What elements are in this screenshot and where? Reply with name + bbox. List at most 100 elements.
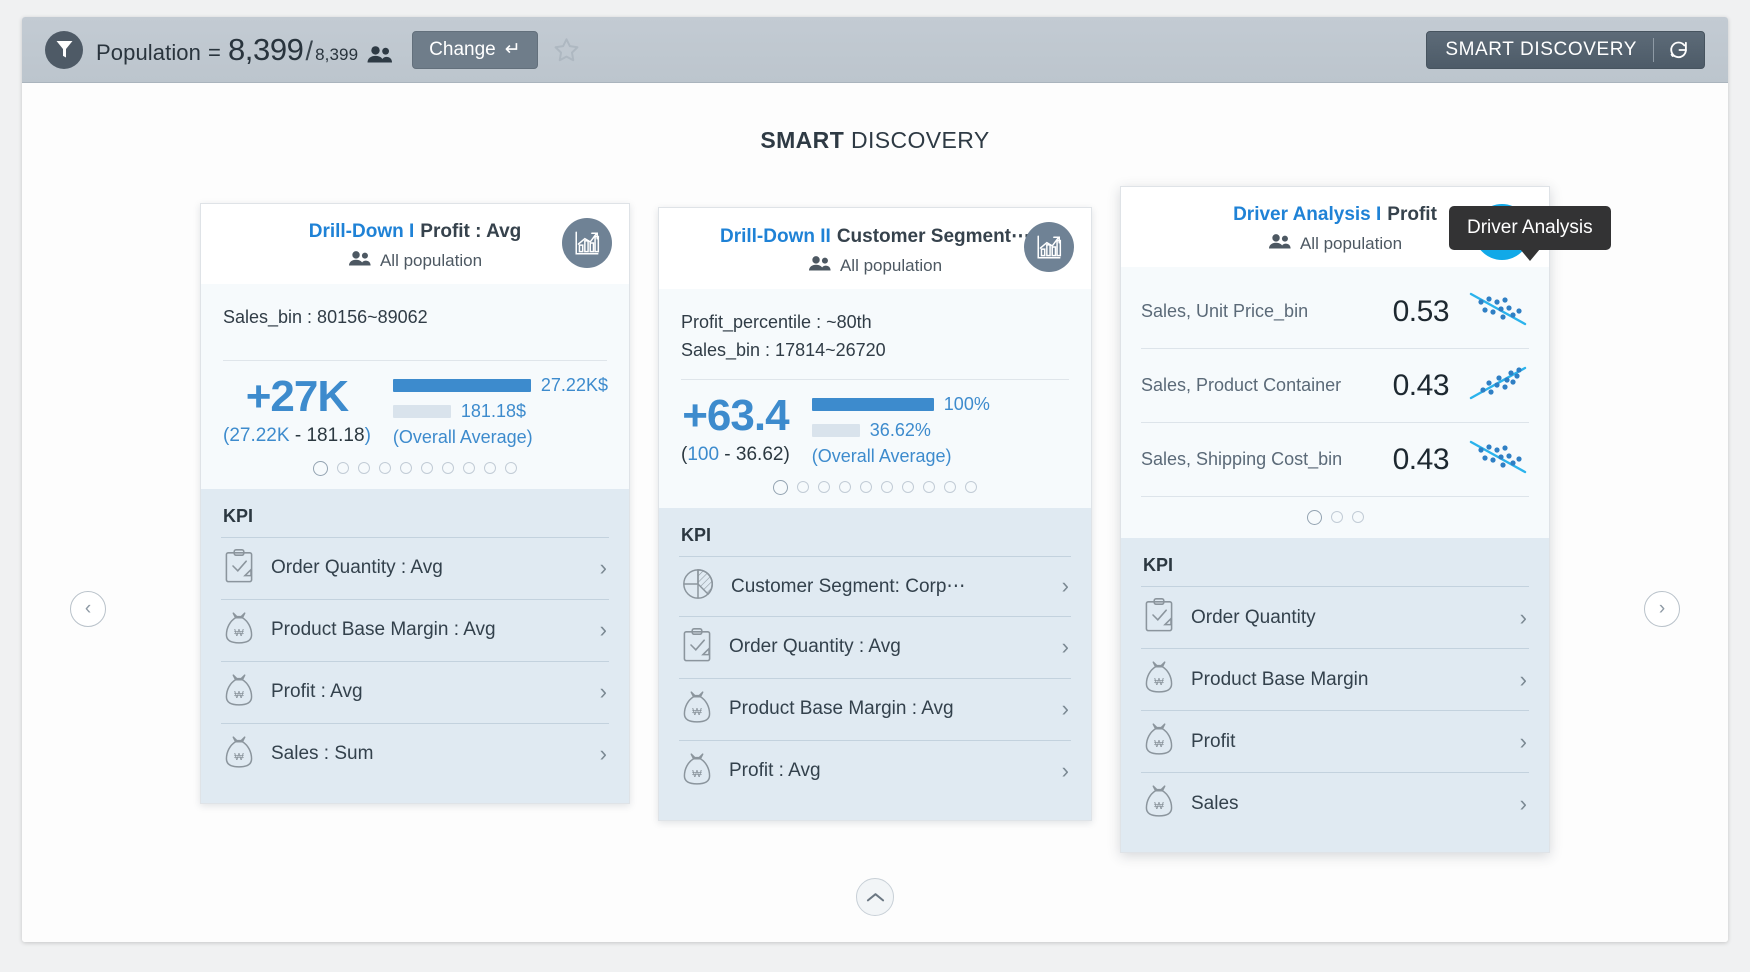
driver-name: Sales, Unit Price_bin — [1141, 301, 1309, 321]
pagination-dot[interactable] — [902, 480, 914, 493]
pagination-dot[interactable] — [421, 461, 433, 474]
range-dash: - — [719, 444, 736, 466]
chevron-right-icon: › — [599, 555, 607, 581]
card-header: Drill-Down II Customer Segment⋯ All popul… — [659, 208, 1091, 289]
range-low: 181.18 — [306, 425, 365, 447]
bar-low-fill — [392, 404, 451, 418]
clipboard-check-icon — [681, 627, 713, 668]
card-pagination-dots[interactable] — [1141, 497, 1529, 538]
bar-low: 181.18$ — [392, 401, 608, 422]
metric-big-value: +63.4 — [682, 391, 789, 441]
kpi-item-sales[interactable]: ₩ Sales : Sum › — [221, 722, 609, 785]
star-icon[interactable] — [552, 36, 581, 64]
driver-list: Sales, Unit Price_bin 0.53 Sales, Produc… — [1121, 267, 1549, 538]
card-pagination-dots[interactable] — [681, 467, 1069, 508]
kpi-item-order-quantity[interactable]: Order Quantity › — [1141, 586, 1529, 648]
kpi-item-profit[interactable]: ₩ Profit : Avg › — [221, 660, 609, 723]
kpi-item-order-quantity[interactable]: Order Quantity : Avg › — [679, 615, 1071, 678]
kpi-item-sales[interactable]: ₩ Sales › — [1141, 772, 1529, 834]
people-icon — [808, 256, 832, 276]
funnel-icon[interactable] — [45, 30, 83, 69]
kpi-item-product-base-margin[interactable]: ₩ Product Base Margin › — [1141, 648, 1529, 710]
kpi-section: KPI Customer Segment: Corp⋯ › Order Quan… — [659, 507, 1091, 820]
page-title-bold: SMART — [760, 127, 845, 153]
card-title-metric: Customer Segment⋯ — [836, 226, 1031, 247]
svg-text:₩: ₩ — [692, 769, 702, 780]
bar-chart-trend-icon[interactable] — [562, 218, 612, 268]
driver-row[interactable]: Sales, Unit Price_bin 0.53 — [1141, 275, 1529, 349]
drill-down-2-card[interactable]: Drill-Down II Customer Segment⋯ All popul… — [658, 207, 1092, 821]
pagination-dot[interactable] — [379, 461, 391, 474]
carousel-prev-button[interactable]: ‹ — [70, 591, 106, 627]
clipboard-check-icon — [223, 548, 255, 589]
card-header: Drill-Down I Profit : Avg All population — [201, 204, 629, 284]
kpi-item-label: Profit : Avg — [729, 760, 821, 782]
pagination-dot[interactable] — [839, 480, 851, 493]
kpi-item-label: Profit — [1191, 730, 1236, 752]
kpi-item-profit[interactable]: ₩ Profit › — [1141, 710, 1529, 772]
bar-high: 27.22K$ — [392, 375, 608, 396]
chevron-right-icon: › — [1061, 573, 1069, 599]
pagination-dot[interactable] — [923, 480, 935, 493]
pagination-dot[interactable] — [881, 480, 893, 493]
driver-row[interactable]: Sales, Product Container 0.43 — [1141, 349, 1529, 423]
driver-analysis-card[interactable]: Driver Analysis IProfit All population — [1120, 186, 1550, 853]
kpi-title: KPI — [1143, 555, 1174, 575]
driver-name: Sales, Shipping Cost_bin — [1141, 449, 1343, 469]
pagination-dot[interactable] — [818, 480, 830, 493]
collapse-panel-button[interactable] — [856, 878, 894, 916]
pagination-dot[interactable] — [797, 480, 809, 493]
chevron-right-icon: › — [1519, 666, 1527, 692]
pagination-dot[interactable] — [1330, 511, 1343, 523]
bar-low: 36.62% — [811, 420, 1069, 441]
comparison-bars: 100% 36.62% (Overall Average) — [811, 394, 1069, 467]
kpi-item-product-base-margin[interactable]: ₩ Product Base Margin : Avg › — [679, 677, 1071, 740]
range-close: ) — [783, 444, 790, 466]
svg-text:₩: ₩ — [1154, 801, 1164, 812]
pagination-dot[interactable] — [463, 461, 475, 474]
pagination-dot[interactable] — [1306, 510, 1322, 525]
population-total: 8,399 — [315, 44, 359, 64]
card-pagination-dots[interactable] — [223, 448, 607, 489]
change-button[interactable]: Change ↵ — [412, 30, 538, 69]
people-icon — [348, 251, 372, 271]
drill-down-1-card[interactable]: Drill-Down IProfit : Avg All population — [200, 203, 630, 804]
bar-high-fill — [392, 378, 531, 392]
pagination-dot[interactable] — [313, 460, 328, 476]
kpi-item-profit[interactable]: ₩ Profit : Avg › — [679, 739, 1071, 802]
card-population-text: All population — [379, 251, 483, 270]
pagination-dot[interactable] — [442, 461, 454, 474]
pagination-dot[interactable] — [860, 480, 872, 493]
bar-chart-trend-icon[interactable] — [1024, 222, 1074, 272]
smart-discovery-button[interactable]: SMART DISCOVERY — [1426, 31, 1705, 69]
pagination-dot[interactable] — [505, 461, 517, 474]
metric-range: (100 - 36.62) — [681, 444, 790, 466]
clipboard-check-icon — [1143, 597, 1175, 638]
kpi-item-customer-segment[interactable]: Customer Segment: Corp⋯ › — [679, 555, 1071, 616]
carousel-next-button[interactable]: › — [1644, 591, 1680, 627]
pagination-dot[interactable] — [965, 480, 977, 493]
kpi-item-product-base-margin[interactable]: ₩ Product Base Margin : Avg › — [221, 598, 609, 661]
chevron-right-icon: › — [1519, 604, 1527, 630]
pagination-dot[interactable] — [1351, 511, 1364, 523]
bar-note: (Overall Average) — [392, 426, 533, 447]
pagination-dot[interactable] — [358, 461, 370, 474]
driver-row[interactable]: Sales, Shipping Cost_bin 0.43 — [1141, 423, 1529, 497]
pagination-dot[interactable] — [944, 480, 956, 493]
refresh-icon[interactable] — [1667, 39, 1704, 61]
pagination-dot[interactable] — [484, 461, 496, 474]
bar-high-fill — [811, 397, 934, 411]
pagination-dot[interactable] — [773, 479, 788, 495]
range-low: 36.62 — [735, 444, 784, 466]
people-icon — [367, 45, 393, 63]
kpi-item-label: Customer Segment: Corp⋯ — [731, 575, 966, 597]
kpi-item-order-quantity[interactable]: Order Quantity : Avg › — [221, 536, 609, 599]
pagination-dot[interactable] — [337, 461, 349, 474]
metric-value-block: +27K (27.22K - 181.18) — [223, 375, 371, 447]
chevron-right-icon: › — [1519, 790, 1527, 816]
svg-text:₩: ₩ — [234, 752, 244, 763]
money-bag-icon: ₩ — [681, 689, 713, 730]
range-dash: - — [289, 425, 307, 447]
pagination-dot[interactable] — [400, 461, 412, 474]
money-bag-icon: ₩ — [223, 672, 255, 713]
